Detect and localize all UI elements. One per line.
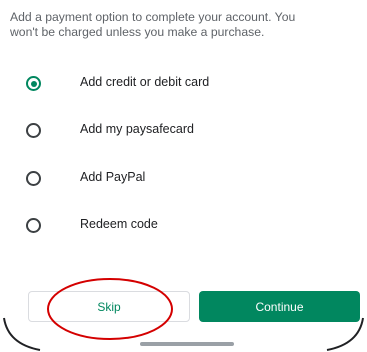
home-indicator-bar[interactable] bbox=[140, 342, 234, 346]
skip-button[interactable]: Skip bbox=[28, 291, 190, 322]
option-paysafecard[interactable]: Add my paysafecard bbox=[0, 109, 367, 155]
payment-options-screen: Add a payment option to complete your ac… bbox=[0, 0, 367, 352]
intro-line-1: Add a payment option to complete your ac… bbox=[10, 10, 296, 24]
option-paypal[interactable]: Add PayPal bbox=[0, 157, 367, 203]
option-label-redeem-code: Redeem code bbox=[80, 217, 158, 231]
option-redeem-code[interactable]: Redeem code bbox=[0, 204, 367, 250]
intro-line-2: won't be charged unless you make a purch… bbox=[10, 25, 265, 39]
radio-paypal[interactable] bbox=[26, 171, 41, 186]
option-label-paysafecard: Add my paysafecard bbox=[80, 122, 194, 136]
radio-credit-debit-card[interactable] bbox=[26, 76, 41, 91]
intro-text: Add a payment option to complete your ac… bbox=[10, 10, 360, 40]
radio-redeem-code[interactable] bbox=[26, 218, 41, 233]
option-credit-debit-card[interactable]: Add credit or debit card bbox=[0, 62, 367, 108]
option-label-credit-debit-card: Add credit or debit card bbox=[80, 75, 210, 89]
radio-paysafecard[interactable] bbox=[26, 123, 41, 138]
option-label-paypal: Add PayPal bbox=[80, 170, 146, 184]
continue-button[interactable]: Continue bbox=[199, 291, 360, 322]
